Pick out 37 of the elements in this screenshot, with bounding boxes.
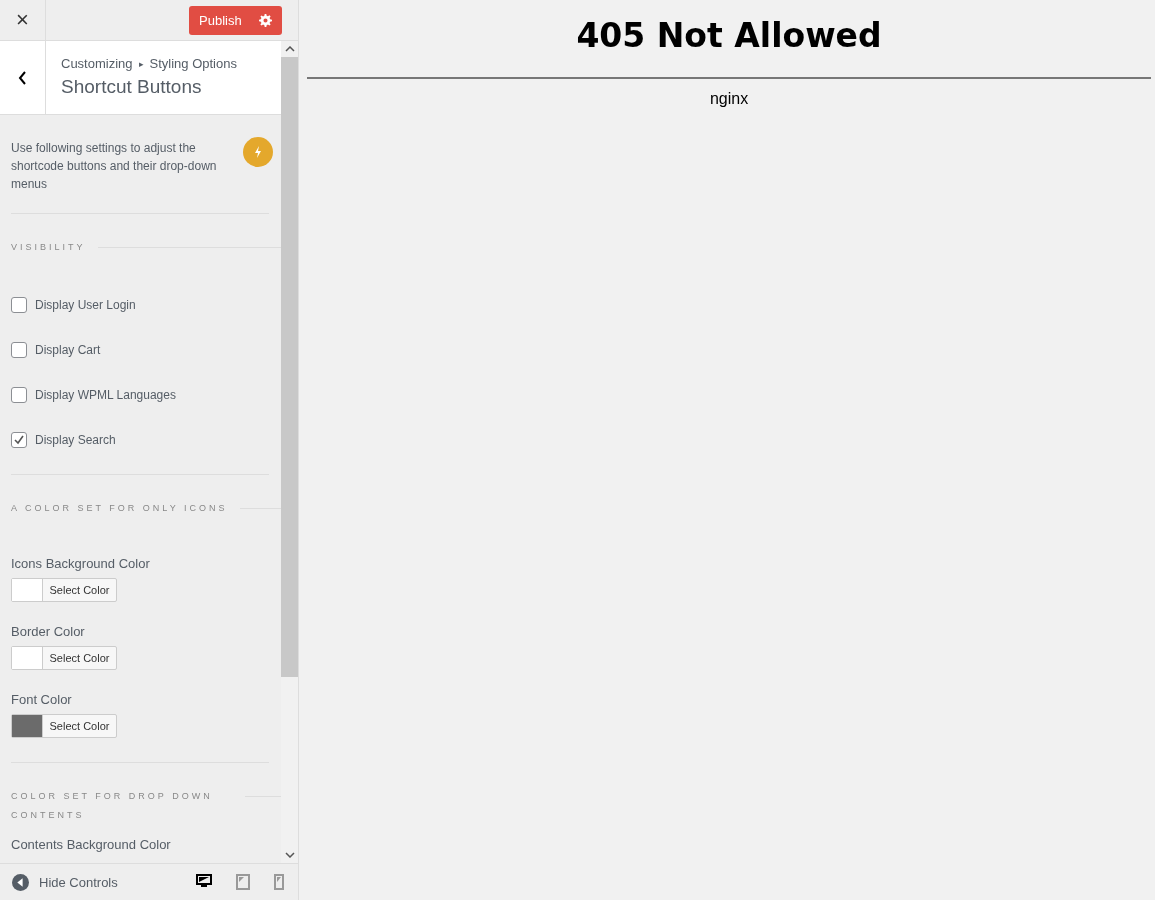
description-text: Use following settings to adjust the shortcode buttons and their drop-down menus — [11, 140, 218, 193]
breadcrumb-item: Styling Options — [149, 56, 237, 71]
gear-icon — [259, 13, 272, 27]
checkbox[interactable] — [11, 387, 27, 403]
breadcrumb-separator: ▸ — [138, 58, 144, 69]
breadcrumb-item: Customizing — [61, 56, 133, 71]
publish-button[interactable]: Publish — [189, 5, 282, 35]
checkbox-label: Display WPML Languages — [35, 388, 176, 402]
panel-title: Shortcut Buttons — [61, 76, 203, 98]
control-label: Border Color — [11, 624, 86, 639]
error-heading: 405 Not Allowed — [575, 16, 883, 55]
mobile-preview-button[interactable] — [272, 874, 286, 890]
lightning-icon — [243, 137, 273, 167]
control-label: Contents Background Color — [11, 837, 172, 852]
checkbox-label: Display Search — [35, 433, 116, 447]
checkbox[interactable] — [11, 297, 27, 313]
checkbox[interactable] — [11, 342, 27, 358]
section-heading: COLOR SET FOR DROP DOWN CONTENTS — [11, 790, 214, 822]
desktop-preview-button[interactable] — [194, 874, 214, 890]
tablet-preview-button[interactable] — [234, 874, 252, 890]
chevron-left-icon — [18, 70, 27, 85]
checkbox-label: Display Cart — [35, 343, 101, 357]
color-picker-button[interactable]: Select Color — [11, 714, 117, 738]
server-name: nginx — [708, 90, 750, 108]
section-heading: VISIBILITY — [11, 241, 86, 254]
scroll-up-icon[interactable] — [284, 46, 295, 52]
hide-controls-button[interactable]: Hide Controls — [12, 873, 118, 891]
checkbox[interactable] — [11, 432, 27, 448]
arrow-left-circle-icon — [12, 873, 29, 891]
scroll-down-icon[interactable] — [284, 852, 295, 858]
checkbox-label: Display User Login — [35, 298, 136, 312]
section-heading: A COLOR SET FOR ONLY ICONS — [11, 502, 228, 515]
color-picker-button[interactable]: Select Color — [11, 646, 117, 670]
close-button[interactable]: × — [0, 0, 46, 40]
control-label: Font Color — [11, 692, 73, 707]
color-picker-button[interactable]: Select Color — [11, 578, 117, 602]
control-label: Icons Background Color — [11, 556, 151, 571]
